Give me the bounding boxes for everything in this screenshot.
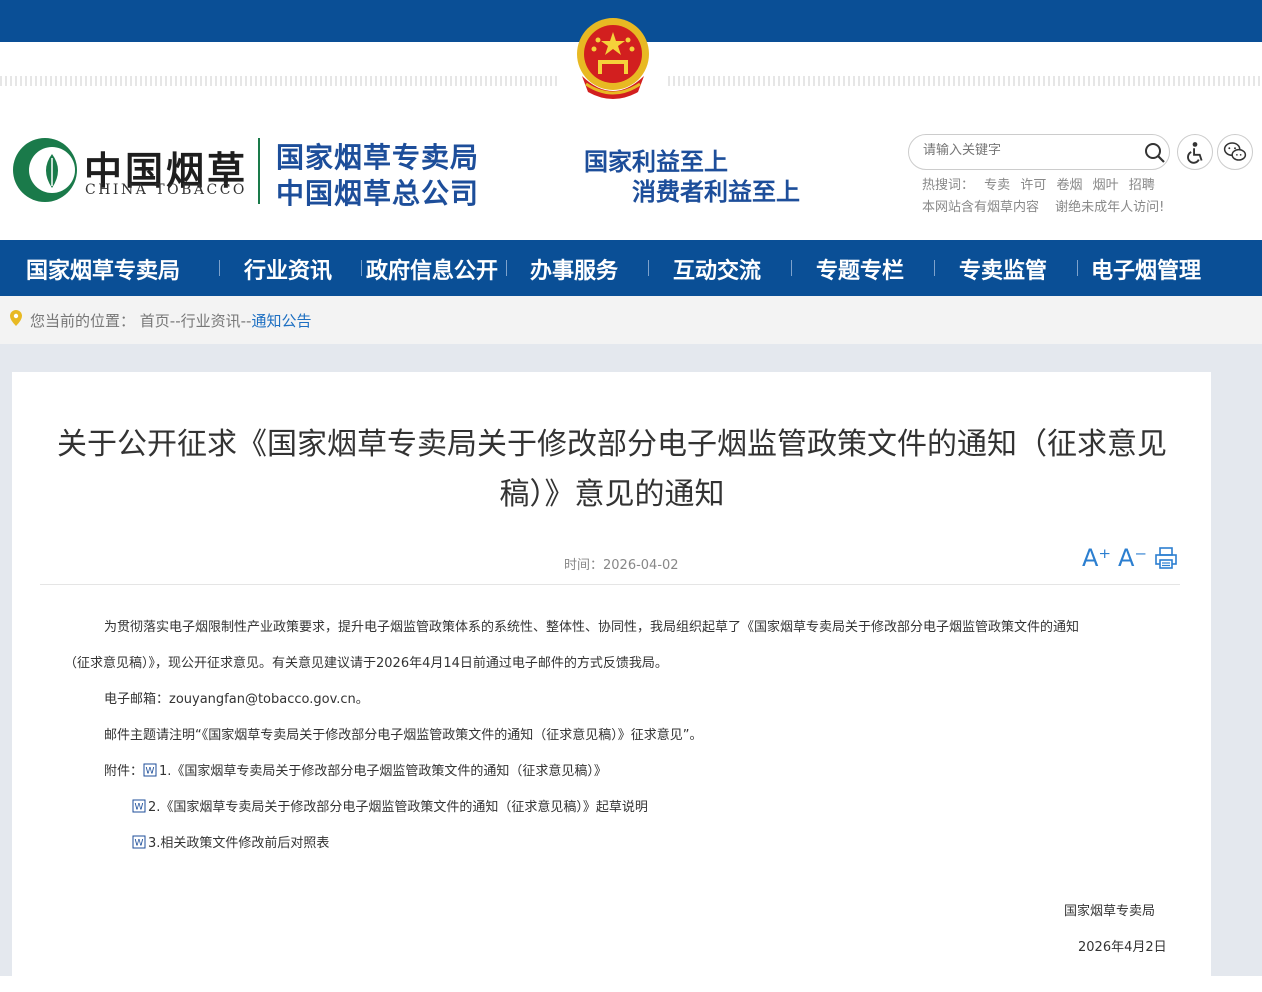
font-smaller-button[interactable]: A⁻	[1118, 544, 1147, 572]
nav-item-gov-info[interactable]: 政府信息公开	[366, 253, 498, 285]
hot-word[interactable]: 招聘	[1129, 178, 1155, 193]
nav-separator	[1077, 260, 1078, 276]
word-doc-icon: W	[132, 799, 146, 813]
main-nav: 国家烟草专卖局 行业资讯 政府信息公开 办事服务 互动交流 专题专栏 专卖监管 …	[0, 240, 1262, 296]
hot-search-words: 热搜词： 专卖 许可 卷烟 烟叶 招聘	[922, 174, 1161, 193]
article-title: 关于公开征求《国家烟草专卖局关于修改部分电子烟监管政策文件的通知（征求意见稿）》…	[57, 427, 1167, 512]
breadcrumb-text: 您当前的位置： 首页--行业资讯--通知公告	[30, 310, 311, 331]
attachment-link[interactable]: 1.《国家烟草专卖局关于修改部分电子烟监管政策文件的通知（征求意见稿）》	[159, 764, 607, 779]
nav-separator	[506, 260, 507, 276]
svg-text:W: W	[135, 803, 144, 813]
nav-separator	[648, 260, 649, 276]
hot-word[interactable]: 专卖	[984, 178, 1010, 193]
accessibility-button[interactable]	[1177, 134, 1213, 170]
decor-line-left	[0, 76, 560, 86]
print-icon[interactable]	[1154, 546, 1178, 570]
svg-text:W: W	[146, 767, 155, 777]
nav-item-e-cigarette[interactable]: 电子烟管理	[1091, 253, 1201, 285]
font-larger-button[interactable]: A⁺	[1082, 544, 1111, 572]
hot-search-label: 热搜词：	[922, 178, 975, 193]
breadcrumb: 您当前的位置： 首页--行业资讯--通知公告	[0, 296, 1262, 344]
nav-item-interaction[interactable]: 互动交流	[673, 253, 761, 285]
attachment-row: W 2.《国家烟草专卖局关于修改部分电子烟监管政策文件的通知（征求意见稿）》起草说…	[132, 796, 648, 815]
nav-item-industry-news[interactable]: 行业资讯	[244, 253, 332, 285]
word-doc-icon: W	[143, 763, 157, 777]
attachment-link[interactable]: 3.相关政策文件修改前后对照表	[148, 836, 329, 851]
location-pin-icon	[10, 310, 22, 326]
logo-divider	[258, 138, 260, 204]
article-date: 时间：2026-04-02	[564, 558, 679, 573]
search-box	[908, 134, 1170, 170]
notice-text-1: 本网站含有烟草内容	[922, 200, 1040, 215]
china-tobacco-logo-icon[interactable]	[12, 136, 78, 204]
org-name-line1: 国家烟草专卖局	[276, 141, 480, 174]
national-emblem-icon	[577, 18, 649, 99]
nav-item-topics[interactable]: 专题专栏	[816, 253, 904, 285]
hot-word[interactable]: 卷烟	[1056, 178, 1082, 193]
email-line: 电子邮箱：zouyangfan@tobacco.gov.cn。	[104, 692, 369, 707]
wechat-button[interactable]	[1217, 134, 1253, 170]
search-input[interactable]	[923, 143, 1133, 158]
accessibility-icon	[1187, 142, 1203, 164]
search-icon[interactable]	[1143, 141, 1167, 165]
hot-word[interactable]: 许可	[1020, 178, 1046, 193]
paragraph-line: （征求意见稿）》，现公开征求意见。有关意见建议请于2026年4月14日前通过电子…	[64, 656, 668, 671]
signature-date: 2026年4月2日	[1078, 940, 1167, 955]
breadcrumb-label: 您当前的位置：	[30, 312, 136, 330]
nav-separator	[219, 260, 220, 276]
hot-word[interactable]: 烟叶	[1093, 178, 1119, 193]
nav-item-supervision[interactable]: 专卖监管	[959, 253, 1047, 285]
article-card: 关于公开征求《国家烟草专卖局关于修改部分电子烟监管政策文件的通知（征求意见稿）》…	[12, 372, 1211, 992]
slogan-line2: 消费者利益至上	[632, 178, 800, 206]
breadcrumb-path[interactable]: 首页--行业资讯--	[140, 312, 252, 330]
attachment-label: 附件：	[104, 764, 144, 779]
logo-english-text[interactable]: CHINA TOBACCO	[85, 182, 247, 198]
nav-separator	[934, 260, 935, 276]
org-name-line2: 中国烟草总公司	[276, 177, 480, 210]
nav-item-bureau[interactable]: 国家烟草专卖局	[26, 253, 180, 285]
paragraph-line: 为贯彻落实电子烟限制性产业政策要求，提升电子烟监管政策体系的系统性、整体性、协同…	[104, 620, 1080, 635]
notice-text-2: 谢绝未成年人访问!	[1055, 200, 1165, 215]
nav-separator	[361, 260, 362, 276]
site-header: 中国烟草 CHINA TOBACCO 国家烟草专卖局 中国烟草总公司 国家利益至…	[0, 104, 1262, 240]
word-doc-icon: W	[132, 835, 146, 849]
subject-line: 邮件主题请注明“《国家烟草专卖局关于修改部分电子烟监管政策文件的通知（征求意见稿…	[104, 728, 703, 743]
signature: 国家烟草专卖局	[1064, 904, 1156, 919]
svg-text:W: W	[135, 839, 144, 849]
attachment-row: 附件： W 1.《国家烟草专卖局关于修改部分电子烟监管政策文件的通知（征求意见稿）》	[104, 760, 607, 779]
nav-separator	[791, 260, 792, 276]
attachment-link[interactable]: 2.《国家烟草专卖局关于修改部分电子烟监管政策文件的通知（征求意见稿）》起草说明	[148, 800, 648, 815]
minor-notice: 本网站含有烟草内容 谢绝未成年人访问!	[922, 196, 1176, 215]
nav-item-services[interactable]: 办事服务	[530, 253, 618, 285]
wechat-icon	[1223, 142, 1247, 161]
divider	[40, 584, 1180, 585]
breadcrumb-current[interactable]: 通知公告	[251, 312, 311, 330]
decor-line-right	[668, 76, 1262, 86]
attachment-row: W 3.相关政策文件修改前后对照表	[132, 832, 329, 851]
